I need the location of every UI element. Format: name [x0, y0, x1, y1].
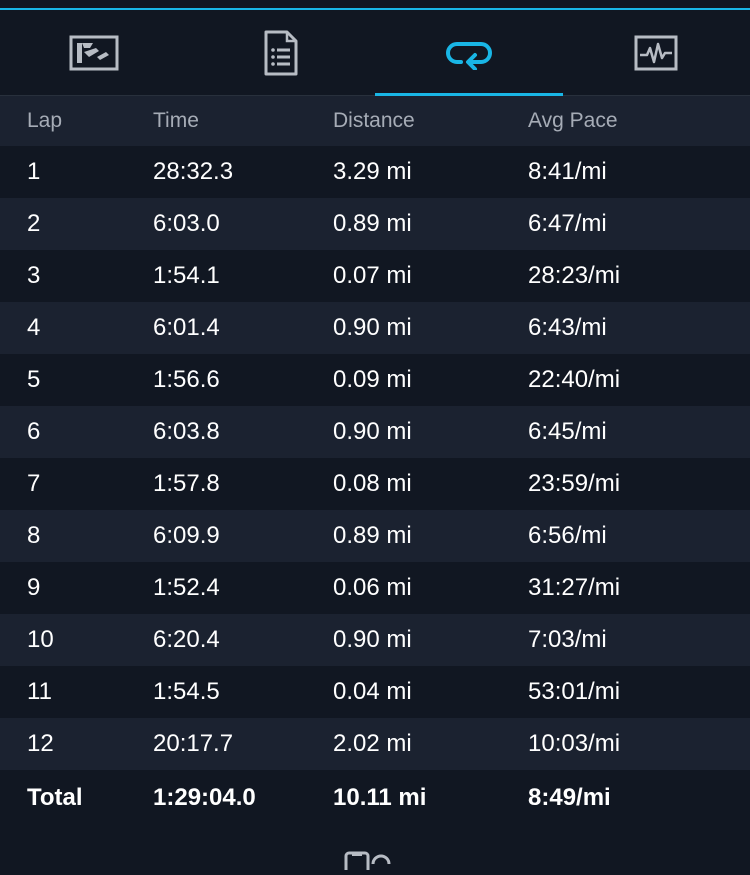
lap-distance: 0.90 mi — [333, 614, 412, 666]
total-label: Total — [27, 770, 83, 826]
lap-pace: 6:56/mi — [528, 510, 607, 562]
tab-charts[interactable] — [563, 10, 750, 95]
lap-pace: 7:03/mi — [528, 614, 607, 666]
lap-number: 8 — [27, 510, 40, 562]
lap-time: 6:01.4 — [153, 302, 220, 354]
lap-pace: 8:41/mi — [528, 146, 607, 198]
table-row: 10 6:20.4 0.90 mi 7:03/mi — [0, 614, 750, 666]
lap-distance: 0.04 mi — [333, 666, 412, 718]
header-time: Time — [153, 96, 199, 146]
lap-distance: 0.89 mi — [333, 510, 412, 562]
lap-time: 6:20.4 — [153, 614, 220, 666]
lap-number: 7 — [27, 458, 40, 510]
lap-distance: 2.02 mi — [333, 718, 412, 770]
lap-number: 2 — [27, 198, 40, 250]
total-distance: 10.11 mi — [333, 770, 426, 826]
laps-repeat-icon — [445, 36, 493, 70]
header-lap: Lap — [27, 96, 62, 146]
lap-distance: 0.06 mi — [333, 562, 412, 614]
lap-distance: 0.09 mi — [333, 354, 412, 406]
lap-time: 1:56.6 — [153, 354, 220, 406]
lap-pace: 6:47/mi — [528, 198, 607, 250]
lap-number: 5 — [27, 354, 40, 406]
table-row: 7 1:57.8 0.08 mi 23:59/mi — [0, 458, 750, 510]
tab-notes[interactable] — [188, 10, 376, 95]
lap-time: 1:54.5 — [153, 666, 220, 718]
table-row: 6 6:03.8 0.90 mi 6:45/mi — [0, 406, 750, 458]
total-time: 1:29:04.0 — [153, 770, 256, 826]
table-row: 1 28:32.3 3.29 mi 8:41/mi — [0, 146, 750, 198]
lap-number: 11 — [27, 666, 52, 718]
lap-distance: 0.90 mi — [333, 302, 412, 354]
table-header: Lap Time Distance Avg Pace — [0, 96, 750, 146]
lap-number: 12 — [27, 718, 54, 770]
table-row: 9 1:52.4 0.06 mi 31:27/mi — [0, 562, 750, 614]
lap-pace: 28:23/mi — [528, 250, 620, 302]
map-overview-icon — [69, 35, 119, 71]
lap-pace: 31:27/mi — [528, 562, 620, 614]
header-distance: Distance — [333, 96, 415, 146]
lap-number: 4 — [27, 302, 40, 354]
lap-number: 6 — [27, 406, 40, 458]
table-row: 3 1:54.1 0.07 mi 28:23/mi — [0, 250, 750, 302]
table-row: 4 6:01.4 0.90 mi 6:43/mi — [0, 302, 750, 354]
table-row: 2 6:03.0 0.89 mi 6:47/mi — [0, 198, 750, 250]
lap-pace: 10:03/mi — [528, 718, 620, 770]
lap-distance: 0.90 mi — [333, 406, 412, 458]
lap-time: 1:57.8 — [153, 458, 220, 510]
table-row: 12 20:17.7 2.02 mi 10:03/mi — [0, 718, 750, 770]
total-pace: 8:49/mi — [528, 770, 611, 826]
lap-number: 3 — [27, 250, 40, 302]
table-row: 11 1:54.5 0.04 mi 53:01/mi — [0, 666, 750, 718]
lap-time: 6:03.0 — [153, 198, 220, 250]
lap-time: 1:54.1 — [153, 250, 220, 302]
device-sync-icon[interactable] — [343, 850, 403, 875]
table-row: 5 1:56.6 0.09 mi 22:40/mi — [0, 354, 750, 406]
lap-distance: 0.08 mi — [333, 458, 412, 510]
notes-list-icon — [264, 30, 298, 76]
laps-table: 1 28:32.3 3.29 mi 8:41/mi 2 6:03.0 0.89 … — [0, 146, 750, 826]
lap-number: 9 — [27, 562, 40, 614]
lap-number: 1 — [27, 146, 40, 198]
tab-map[interactable] — [0, 10, 188, 95]
tab-laps[interactable] — [375, 10, 563, 95]
table-row: 8 6:09.9 0.89 mi 6:56/mi — [0, 510, 750, 562]
lap-pace: 23:59/mi — [528, 458, 620, 510]
lap-distance: 0.07 mi — [333, 250, 412, 302]
tab-bar — [0, 10, 750, 96]
lap-number: 10 — [27, 614, 54, 666]
lap-pace: 53:01/mi — [528, 666, 620, 718]
lap-time: 6:03.8 — [153, 406, 220, 458]
lap-time: 1:52.4 — [153, 562, 220, 614]
lap-pace: 22:40/mi — [528, 354, 620, 406]
table-total-row: Total 1:29:04.0 10.11 mi 8:49/mi — [0, 770, 750, 826]
lap-time: 20:17.7 — [153, 718, 233, 770]
heart-rate-chart-icon — [634, 35, 678, 71]
lap-pace: 6:45/mi — [528, 406, 607, 458]
lap-time: 6:09.9 — [153, 510, 220, 562]
lap-pace: 6:43/mi — [528, 302, 607, 354]
lap-time: 28:32.3 — [153, 146, 233, 198]
lap-distance: 0.89 mi — [333, 198, 412, 250]
header-avg-pace: Avg Pace — [528, 96, 618, 146]
lap-distance: 3.29 mi — [333, 146, 412, 198]
